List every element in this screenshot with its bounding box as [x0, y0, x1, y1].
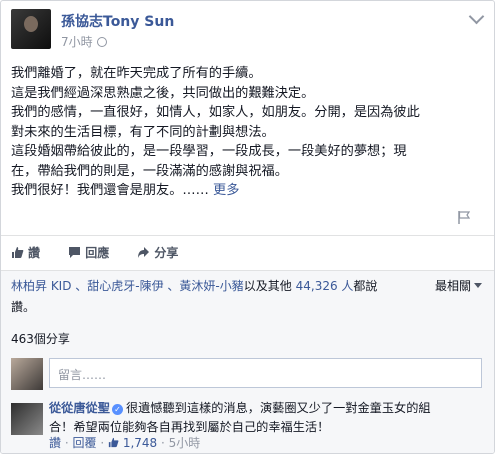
like-count: 1,748: [122, 436, 158, 450]
share-button[interactable]: 分享: [137, 244, 178, 261]
viewer-avatar: [11, 358, 43, 390]
post-line: 在，帶給我們的則是，一段滿滿的感謝與祝福。: [11, 163, 288, 179]
post-line: 這是我們經過深思熟慮之後，共同做出的艱難決定。: [11, 85, 315, 101]
divider: [1, 235, 494, 236]
comment-item: 從從唐從聖 ✓ 很遺憾聽到這樣的消息，演藝圈又少了一對金童玉女的組 合！希望兩位能夠…: [1, 395, 494, 453]
share-arrow-icon: [138, 247, 150, 258]
comment-meta: 讚 · 回覆 · 1,748 · 5小時: [49, 434, 200, 451]
comment-like-link[interactable]: 讚: [49, 436, 61, 450]
chevron-down-icon[interactable]: [468, 8, 485, 25]
post-line: 我們很好！我們還會是朋友。……: [11, 183, 209, 198]
comment-time[interactable]: 5小時: [169, 436, 201, 450]
author-avatar[interactable]: [11, 9, 51, 49]
post-line: 我們的感情，一直很好，如情人，如家人，如朋友。分開，是因為彼此: [11, 105, 420, 120]
post-card: 孫協志Tony Sun 7小時 我們離婚了，就在昨天完成了所有的手續。 這是我們…: [0, 0, 495, 454]
author-name[interactable]: 孫協志Tony Sun: [61, 11, 174, 31]
likes-suffix-line2: 讚。: [11, 300, 36, 314]
comment-body-line1: 很遺憾聽到這樣的消息，演藝圈又少了一對金童玉女的組: [125, 401, 431, 415]
separator: ·: [100, 436, 105, 450]
post-body: 我們離婚了，就在昨天完成了所有的手續。 這是我們經過深思熟慮之後，共同做出的艱難…: [11, 64, 486, 201]
post-line: 我們離婚了，就在昨天完成了所有的手續。: [11, 66, 262, 81]
sort-label: 最相關: [434, 279, 471, 293]
share-label: 分享: [154, 246, 179, 260]
separator: ·: [64, 436, 69, 450]
comment-reply-link[interactable]: 回覆: [73, 436, 97, 450]
see-more-link[interactable]: 更多: [213, 183, 239, 198]
speech-bubble-icon: [69, 247, 81, 258]
likes-summary: 林柏昇 KID 、甜心虎牙-陳伊 、黃沐妍-小豬以及其他 44,326 人都說 …: [1, 271, 494, 327]
comment-text: 從從唐從聖 ✓ 很遺憾聽到這樣的消息，演藝圈又少了一對金童玉女的組 合！希望兩位能夠…: [49, 399, 489, 437]
like-label: 讚: [28, 246, 41, 260]
likes-text: 林柏昇 KID 、甜心虎牙-陳伊 、黃沐妍-小豬以及其他 44,326 人都說 …: [11, 276, 416, 318]
commenter-avatar[interactable]: [11, 403, 43, 435]
flag-icon[interactable]: [458, 211, 470, 224]
action-bar: 讚 回應 分享: [11, 244, 202, 261]
like-button[interactable]: 讚: [11, 244, 40, 261]
post-time[interactable]: 7小時: [61, 35, 93, 49]
separator: ·: [161, 436, 165, 450]
comment-label: 回應: [85, 246, 110, 260]
post-line: 對未來的生活目標，有了不同的計劃與想法。: [11, 124, 275, 140]
liker-names-link[interactable]: 林柏昇 KID 、甜心虎牙-陳伊 、黃沐妍-小豬: [11, 279, 244, 293]
comment-input[interactable]: 留言……: [49, 358, 482, 388]
likes-connector: 以及其他: [243, 279, 292, 293]
comment-button[interactable]: 回應: [68, 244, 109, 261]
caret-down-icon: [474, 283, 482, 288]
comment-body-line2: 合！希望兩位能夠各自再找到屬於自己的幸福生活！: [49, 420, 330, 434]
verified-badge-icon: ✓: [111, 404, 123, 415]
commenter-name[interactable]: 從從唐從聖: [49, 401, 110, 415]
thumbs-up-icon: [108, 437, 119, 448]
thumbs-up-icon: [12, 247, 24, 258]
comment-composer: 留言……: [1, 351, 494, 395]
shares-row[interactable]: 463個分享: [1, 327, 494, 351]
post-line-last: 我們很好！我們還會是朋友。…… 更多: [11, 181, 486, 201]
shares-count[interactable]: 463個分享: [11, 330, 70, 347]
likes-suffix: 都說: [353, 279, 378, 293]
comment-like-count[interactable]: 1,748: [108, 436, 157, 450]
sort-dropdown[interactable]: 最相關: [435, 276, 482, 297]
globe-icon: [96, 37, 107, 47]
likes-count-link[interactable]: 44,326 人: [296, 279, 354, 293]
post-meta: 7小時: [61, 33, 107, 50]
post-line: 這段婚姻帶給彼此的，是一段學習，一段成長，一段美好的夢想；現: [11, 144, 407, 159]
